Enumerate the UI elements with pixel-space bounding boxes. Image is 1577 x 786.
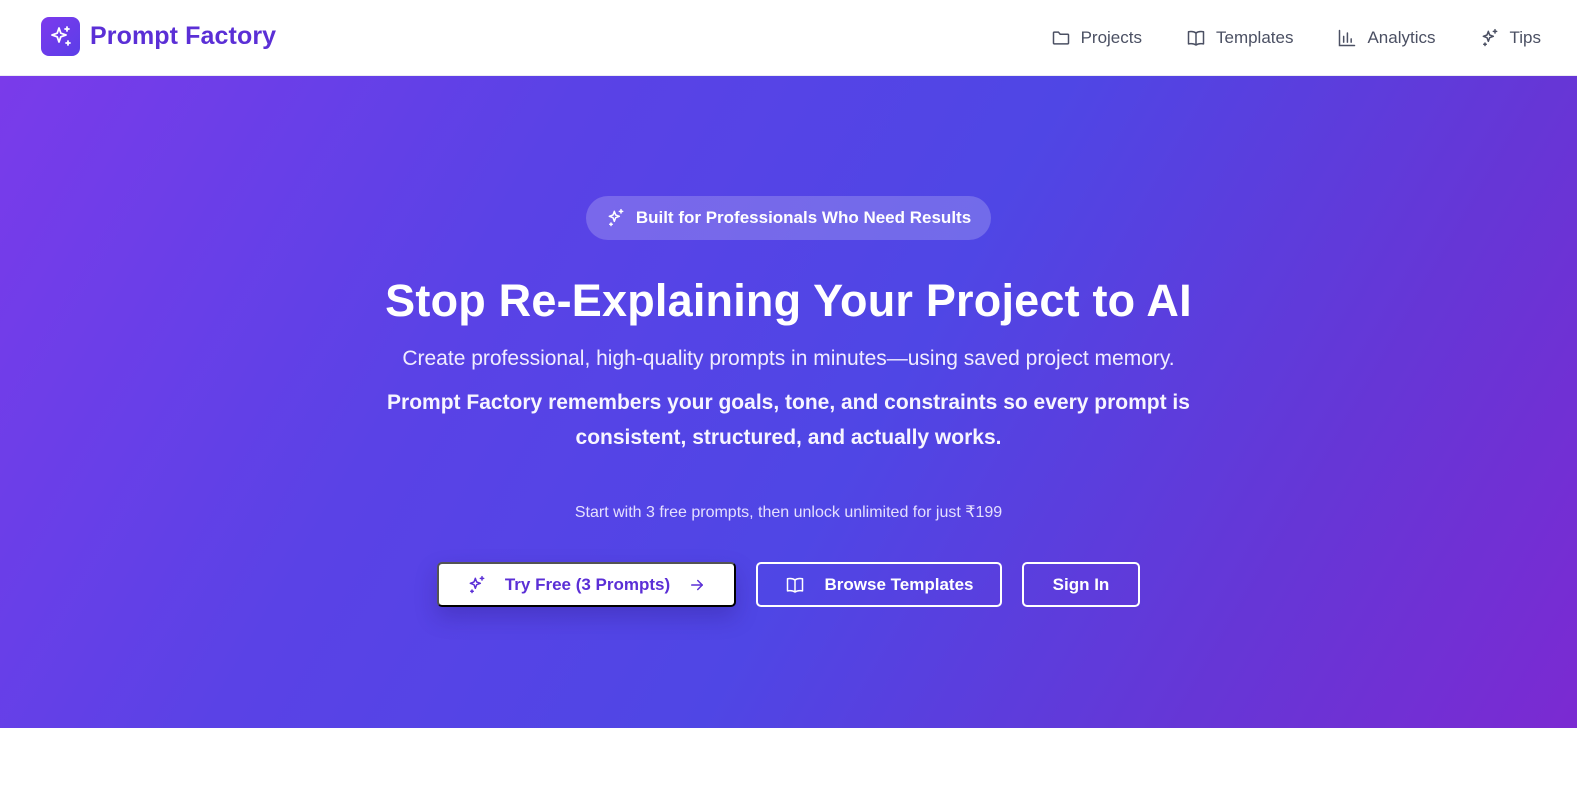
hero-description: Prompt Factory remembers your goals, ton…: [387, 391, 1190, 449]
nav-label-analytics: Analytics: [1367, 28, 1436, 47]
pricing-note: Start with 3 free prompts, then unlock u…: [574, 504, 1003, 521]
sparkles-icon: [469, 575, 485, 593]
hero-content: Built for Professionals Who Need Results…: [0, 76, 1577, 728]
hero-badge: Built for Professionals Who Need Results: [585, 196, 992, 240]
nav-item-templates[interactable]: Templates: [1186, 28, 1293, 48]
nav-item-tips[interactable]: Tips: [1480, 28, 1542, 48]
page-below-hero: [0, 728, 1577, 786]
sign-in-button[interactable]: Sign In: [1022, 562, 1140, 607]
sparkles-icon: [608, 208, 624, 227]
try-free-label: Try Free (3 Prompts): [504, 574, 671, 594]
hero-subhead: Create professional, high-quality prompt…: [402, 347, 1175, 370]
browse-templates-label: Browse Templates: [824, 574, 974, 594]
nav-label-tips: Tips: [1509, 28, 1542, 47]
top-header: Prompt Factory Projects Templates Analyt…: [0, 0, 1577, 76]
nav-item-analytics[interactable]: Analytics: [1337, 28, 1436, 48]
browse-templates-button[interactable]: Browse Templates: [756, 562, 1002, 607]
try-free-button[interactable]: Try Free (3 Prompts): [437, 562, 736, 607]
hero-badge-text: Built for Professionals Who Need Results: [635, 208, 972, 227]
folder-icon: [1052, 31, 1069, 45]
sign-in-label: Sign In: [1052, 574, 1110, 594]
hero-headline: Stop Re-Explaining Your Project to AI: [385, 275, 1192, 326]
main-nav: Projects Templates Analytics Tips: [1051, 0, 1541, 76]
book-icon: [786, 577, 803, 593]
hero-section: Built for Professionals Who Need Results…: [0, 76, 1577, 728]
nav-label-projects: Projects: [1080, 28, 1142, 47]
arrow-right-icon: [691, 579, 704, 590]
nav-label-templates: Templates: [1215, 28, 1294, 47]
book-icon: [1187, 30, 1205, 46]
sparkles-icon: [50, 25, 71, 46]
bar-chart-icon: [1339, 29, 1356, 47]
brand-name: Prompt Factory: [90, 22, 277, 50]
logo-badge: [41, 17, 80, 56]
brand-logo-link[interactable]: Prompt Factory: [41, 17, 276, 56]
cta-row: Try Free (3 Prompts) Browse Templates Si…: [437, 562, 1140, 607]
nav-item-projects[interactable]: Projects: [1051, 28, 1142, 48]
sparkles-icon: [1482, 28, 1497, 47]
